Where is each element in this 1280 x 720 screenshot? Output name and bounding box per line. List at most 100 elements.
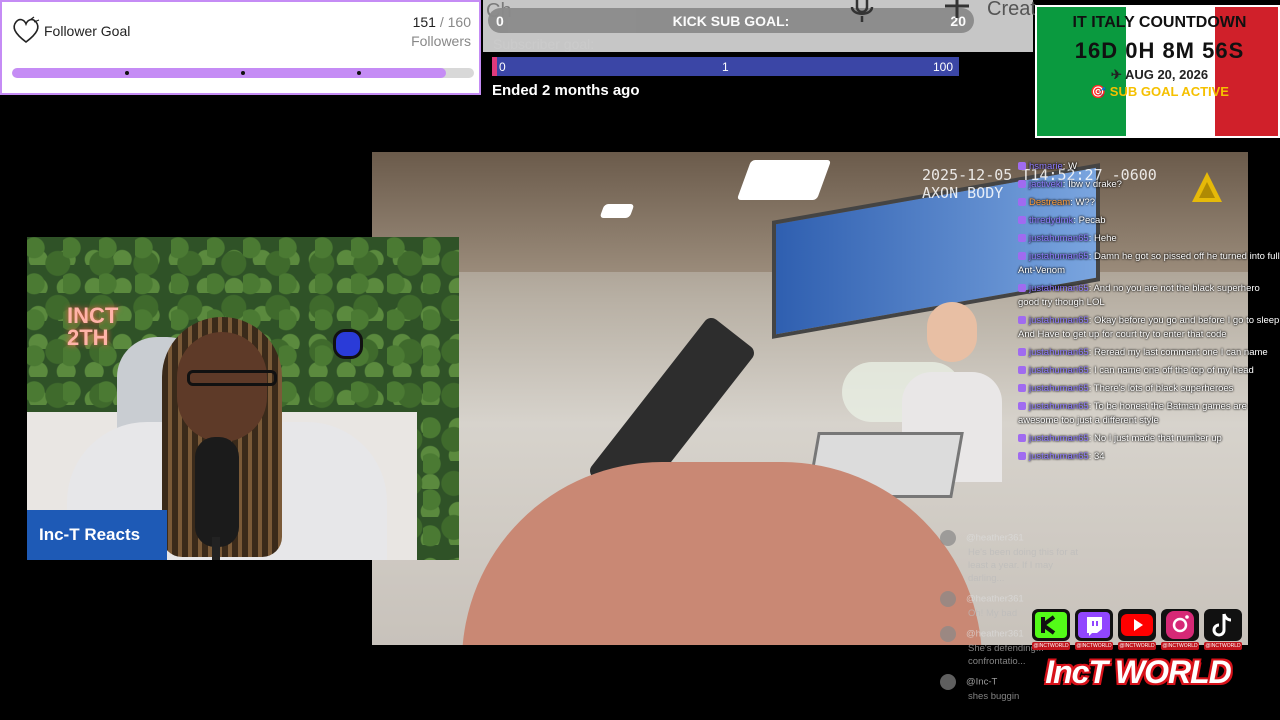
subscriber-goal-label: Subscriber goal:	[493, 36, 595, 52]
chat-text: He's been doing this for at least a year…	[968, 547, 1079, 584]
chat-message: justahuman65: 34	[1018, 450, 1280, 464]
chat-text: Pecab	[1078, 215, 1106, 226]
follower-count-current: 151	[412, 14, 436, 30]
follower-count-target: 160	[447, 14, 471, 30]
chat-message: jactiveki: Ibw v drake?	[1018, 178, 1280, 192]
chat-badge-icon	[1018, 162, 1026, 170]
chat-text: There's lots of black superheroes	[1093, 383, 1234, 394]
chat-message: justahuman65: There's lots of black supe…	[1018, 382, 1280, 396]
chat-badge-icon	[1018, 216, 1026, 224]
microphone	[195, 437, 239, 547]
progress-tick	[125, 71, 129, 75]
chat-badge-icon	[1018, 452, 1026, 460]
follower-progress-track	[12, 68, 474, 78]
chat-username: jactiveki	[1029, 179, 1063, 190]
follower-goal-title: Follower Goal	[44, 23, 131, 39]
chat-badge-icon	[1018, 434, 1026, 442]
subscriber-goal-current: 1	[722, 60, 729, 74]
countdown-date: ✈ AUG 20, 2026	[1110, 67, 1209, 82]
chat-text: W	[1068, 161, 1078, 172]
avatar	[940, 674, 956, 690]
tiktok-icon[interactable]	[1204, 609, 1242, 641]
chat-message: justahuman65: Hehe	[1018, 232, 1280, 246]
chat-text: I can name one off the top of my head	[1093, 365, 1254, 376]
social-handle: @INCTWORLD	[1161, 642, 1199, 650]
chat-username: justahuman65	[1029, 433, 1089, 444]
chat-username: justahuman65	[1029, 451, 1089, 462]
streamer-nameplate: Inc-T Reacts	[27, 510, 167, 560]
subscriber-goal-target: 100	[932, 60, 953, 74]
glasses-icon	[187, 370, 277, 386]
neon-sign: INCT 2TH	[67, 305, 118, 349]
subscriber-goal-bar: 0 1 100	[492, 57, 959, 76]
chat-text: Reread my last comment one I can name	[1093, 347, 1268, 358]
subscriber-goal-status: Ended 2 months ago	[492, 82, 640, 99]
cashier-head	[927, 302, 977, 362]
chat-message: justahuman65: No I just made that number…	[1018, 432, 1280, 446]
ceiling-light	[599, 204, 635, 218]
social-handle: @INCTWORLD	[1118, 642, 1156, 650]
chat-text: No I just made that number up	[1093, 433, 1222, 444]
chat-username: justahuman65	[1029, 401, 1089, 412]
countdown-time: 16D 0H 8M 56S	[1074, 38, 1245, 63]
twitch-icon[interactable]	[1075, 609, 1113, 641]
chat-username: justahuman65	[1029, 233, 1089, 244]
chat-overlay: hsmarie: W jactiveki: Ibw v drake? Destrea…	[1018, 160, 1280, 468]
kick-sub-label: KICK SUB GOAL:	[672, 13, 790, 29]
countdown-status: 🎯 SUB GOAL ACTIVE	[1090, 84, 1229, 99]
subscriber-goal-fill	[492, 57, 497, 76]
chat-message: justahuman65: And no you are not the bla…	[1018, 283, 1260, 308]
chat-username: thredydmk	[1029, 215, 1074, 226]
chat-username: hsmarie	[1029, 161, 1063, 172]
chat-message: justahuman65: Reread my last comment one…	[1018, 346, 1280, 360]
chat-text: Ibw v drake?	[1068, 179, 1122, 190]
chat-username: justahuman65	[1029, 383, 1089, 394]
youtube-icon[interactable]	[1118, 609, 1156, 641]
chat-username: Destream	[1029, 197, 1071, 208]
kick-icon[interactable]	[1032, 609, 1070, 641]
avatar	[940, 591, 956, 607]
follower-goal-unit: Followers	[411, 33, 471, 49]
chat-badge-icon	[1018, 252, 1026, 260]
chat-badge-icon	[1018, 316, 1026, 324]
chat-badge-icon	[1018, 234, 1026, 242]
chat-text: W??	[1075, 197, 1096, 208]
chat-username: @Inc-T	[966, 676, 998, 688]
social-handle: @INCTWORLD	[1032, 642, 1070, 650]
chat-username: justahuman65	[1029, 365, 1089, 376]
neon-sign-line2: 2TH	[67, 325, 109, 350]
chat-username: @heather361	[966, 628, 1024, 640]
chat-message: justahuman65: I can name one off the top…	[1018, 364, 1280, 378]
chat-text: Hehe	[1093, 233, 1117, 244]
chat-username: @heather361	[966, 593, 1024, 605]
countdown-title: IT ITALY COUNTDOWN	[1072, 14, 1247, 31]
create-button[interactable]: Creat	[987, 0, 1036, 21]
secondary-chat-message: @heather361 He's been doing this for at l…	[940, 530, 1090, 585]
chat-username: justahuman65	[1029, 251, 1089, 262]
chat-badge-icon	[1018, 284, 1026, 292]
italy-countdown-widget: IT ITALY COUNTDOWN 16D 0H 8M 56S ✈ AUG 2…	[1035, 5, 1280, 138]
chat-text: 34	[1093, 451, 1105, 462]
instagram-icon[interactable]	[1161, 609, 1199, 641]
follower-progress-fill	[12, 68, 447, 78]
chat-badge-icon	[1018, 348, 1026, 356]
chat-message: justahuman65: Damn he got so pissed off …	[1018, 251, 1280, 276]
avatar	[940, 530, 956, 546]
follower-goal-count: 151 / 160	[413, 14, 471, 30]
chat-message: Destream: W??	[1018, 196, 1280, 210]
plus-icon[interactable]	[943, 0, 971, 20]
microphone-icon[interactable]	[848, 0, 876, 24]
streamer-face	[177, 332, 267, 442]
mic-arm	[212, 537, 220, 560]
streamer-webcam: INCT 2TH Inc-T Reacts	[27, 237, 459, 560]
chat-message: thredydmk: Pecab	[1018, 214, 1280, 228]
chat-username: justahuman65	[1029, 315, 1089, 326]
logo-text: IncT WORLD	[1045, 654, 1232, 690]
chat-username: justahuman65	[1029, 347, 1089, 358]
chat-badge-icon	[1018, 402, 1026, 410]
chat-message: justahuman65: To be honest the Batman ga…	[1018, 401, 1247, 426]
ceiling-light	[736, 160, 832, 200]
progress-tick	[357, 71, 361, 75]
bodycam-brand: AXON BODY	[922, 184, 1004, 202]
kick-sub-goal-bar: 0 KICK SUB GOAL: 20	[488, 8, 974, 33]
